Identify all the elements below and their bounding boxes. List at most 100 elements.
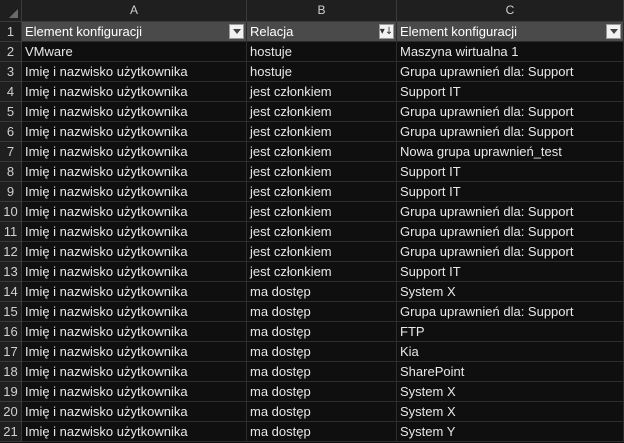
table-row: 5 Imię i nazwisko użytkownika jest członki… [0, 102, 624, 122]
row-number[interactable]: 1 [0, 22, 22, 42]
cell-element[interactable]: Imię i nazwisko użytkownika [22, 262, 247, 282]
cell-relation[interactable]: jest członkiem [247, 242, 397, 262]
cell-relation[interactable]: ma dostęp [247, 362, 397, 382]
row-number[interactable]: 14 [0, 282, 22, 302]
cell-relation[interactable]: jest członkiem [247, 222, 397, 242]
table-body: 2 VMware hostuje Maszyna wirtualna 1 3 Imię i… [0, 42, 624, 442]
cell-relation[interactable]: jest członkiem [247, 102, 397, 122]
cell-element[interactable]: Imię i nazwisko użytkownika [22, 162, 247, 182]
cell-element-target[interactable]: Support IT [397, 162, 624, 182]
cell-element[interactable]: Imię i nazwisko użytkownika [22, 402, 247, 422]
cell-element-target[interactable]: SharePoint [397, 362, 624, 382]
row-number[interactable]: 19 [0, 382, 22, 402]
cell-element-target[interactable]: Grupa uprawnień dla: Support [397, 122, 624, 142]
cell-element-target[interactable]: Support IT [397, 262, 624, 282]
row-number[interactable]: 17 [0, 342, 22, 362]
cell-element[interactable]: Imię i nazwisko użytkownika [22, 422, 247, 442]
cell-relation[interactable]: jest członkiem [247, 262, 397, 282]
cell-relation[interactable]: jest członkiem [247, 122, 397, 142]
row-number[interactable]: 6 [0, 122, 22, 142]
cell-relation[interactable]: jest członkiem [247, 202, 397, 222]
cell-element[interactable]: Imię i nazwisko użytkownika [22, 142, 247, 162]
cell-relation[interactable]: hostuje [247, 62, 397, 82]
row-number[interactable]: 13 [0, 262, 22, 282]
cell-element[interactable]: VMware [22, 42, 247, 62]
cell-relation[interactable]: ma dostęp [247, 302, 397, 322]
table-row: 2 VMware hostuje Maszyna wirtualna 1 [0, 42, 624, 62]
row-number[interactable]: 12 [0, 242, 22, 262]
cell-relation[interactable]: hostuje [247, 42, 397, 62]
row-number[interactable]: 7 [0, 142, 22, 162]
cell-element[interactable]: Imię i nazwisko użytkownika [22, 382, 247, 402]
column-header-b[interactable]: B [247, 0, 397, 21]
header-label-c: Element konfiguracji [400, 24, 518, 39]
column-header-a[interactable]: A [22, 0, 247, 21]
row-number[interactable]: 3 [0, 62, 22, 82]
cell-element-target[interactable]: System X [397, 382, 624, 402]
cell-element[interactable]: Imię i nazwisko użytkownika [22, 102, 247, 122]
cell-relation[interactable]: jest członkiem [247, 142, 397, 162]
row-number[interactable]: 8 [0, 162, 22, 182]
row-number[interactable]: 18 [0, 362, 22, 382]
row-number[interactable]: 4 [0, 82, 22, 102]
column-header-c[interactable]: C [397, 0, 624, 21]
cell-relation[interactable]: ma dostęp [247, 282, 397, 302]
cell-element-target[interactable]: Maszyna wirtualna 1 [397, 42, 624, 62]
cell-element-target[interactable]: Grupa uprawnień dla: Support [397, 222, 624, 242]
row-number[interactable]: 2 [0, 42, 22, 62]
cell-relation[interactable]: ma dostęp [247, 342, 397, 362]
cell-relation[interactable]: jest członkiem [247, 82, 397, 102]
row-number[interactable]: 20 [0, 402, 22, 422]
row-number[interactable]: 11 [0, 222, 22, 242]
table-row: 7 Imię i nazwisko użytkownika jest członki… [0, 142, 624, 162]
cell-element[interactable]: Imię i nazwisko użytkownika [22, 182, 247, 202]
cell-element-target[interactable]: Grupa uprawnień dla: Support [397, 302, 624, 322]
cell-element-target[interactable]: Support IT [397, 82, 624, 102]
cell-element-target[interactable]: FTP [397, 322, 624, 342]
cell-element-target[interactable]: Kia [397, 342, 624, 362]
row-number[interactable]: 9 [0, 182, 22, 202]
cell-element[interactable]: Imię i nazwisko użytkownika [22, 222, 247, 242]
row-number[interactable]: 5 [0, 102, 22, 122]
cell-relation[interactable]: ma dostęp [247, 382, 397, 402]
row-number[interactable]: 21 [0, 422, 22, 442]
filter-dropdown-icon[interactable] [229, 24, 244, 39]
cell-relation[interactable]: ma dostęp [247, 402, 397, 422]
select-all-corner[interactable] [0, 0, 22, 21]
cell-relation[interactable]: jest członkiem [247, 182, 397, 202]
cell-element[interactable]: Imię i nazwisko użytkownika [22, 322, 247, 342]
filter-dropdown-icon[interactable] [606, 24, 621, 39]
sort-filter-icon[interactable]: ▾↓ [379, 24, 394, 39]
cell-element[interactable]: Imię i nazwisko użytkownika [22, 82, 247, 102]
header-cell-c[interactable]: Element konfiguracji [397, 22, 624, 42]
cell-relation[interactable]: ma dostęp [247, 422, 397, 442]
cell-element[interactable]: Imię i nazwisko użytkownika [22, 62, 247, 82]
cell-relation[interactable]: jest członkiem [247, 162, 397, 182]
cell-element-target[interactable]: Support IT [397, 182, 624, 202]
cell-element[interactable]: Imię i nazwisko użytkownika [22, 122, 247, 142]
cell-element[interactable]: Imię i nazwisko użytkownika [22, 362, 247, 382]
cell-element[interactable]: Imię i nazwisko użytkownika [22, 202, 247, 222]
cell-element-target[interactable]: Grupa uprawnień dla: Support [397, 242, 624, 262]
cell-element[interactable]: Imię i nazwisko użytkownika [22, 302, 247, 322]
cell-element-target[interactable]: System X [397, 402, 624, 422]
cell-element-target[interactable]: Grupa uprawnień dla: Support [397, 62, 624, 82]
cell-element-target[interactable]: Nowa grupa uprawnień_test [397, 142, 624, 162]
cell-element[interactable]: Imię i nazwisko użytkownika [22, 242, 247, 262]
cell-element[interactable]: Imię i nazwisko użytkownika [22, 282, 247, 302]
cell-relation[interactable]: ma dostęp [247, 322, 397, 342]
cell-element[interactable]: Imię i nazwisko użytkownika [22, 342, 247, 362]
cell-element-target[interactable]: System X [397, 282, 624, 302]
row-number[interactable]: 15 [0, 302, 22, 322]
table-row: 11 Imię i nazwisko użytkownika jest członk… [0, 222, 624, 242]
row-number[interactable]: 16 [0, 322, 22, 342]
cell-element-target[interactable]: Grupa uprawnień dla: Support [397, 202, 624, 222]
cell-element-target[interactable]: System Y [397, 422, 624, 442]
table-header-row: 1 Element konfiguracji Relacja ▾↓ Elemen… [0, 22, 624, 42]
column-header-bar: A B C [0, 0, 624, 22]
row-number[interactable]: 10 [0, 202, 22, 222]
header-cell-a[interactable]: Element konfiguracji [22, 22, 247, 42]
table-row: 4 Imię i nazwisko użytkownika jest członki… [0, 82, 624, 102]
cell-element-target[interactable]: Grupa uprawnień dla: Support [397, 102, 624, 122]
header-cell-b[interactable]: Relacja ▾↓ [247, 22, 397, 42]
